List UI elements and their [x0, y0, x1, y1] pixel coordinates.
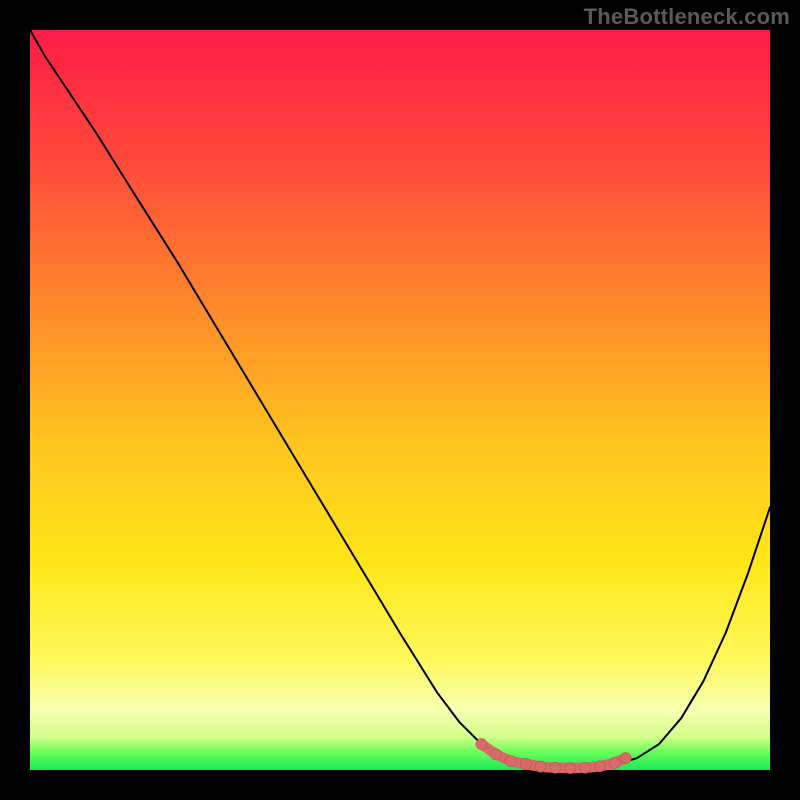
watermark-label: TheBottleneck.com: [584, 4, 790, 30]
optimum-marker-dot: [620, 753, 631, 764]
optimum-marker-dot: [476, 739, 487, 750]
optimum-marker-dot: [580, 762, 591, 773]
chart-stage: TheBottleneck.com: [0, 0, 800, 800]
optimum-marker-dot: [535, 761, 546, 772]
optimum-marker-dot: [609, 757, 620, 768]
optimum-marker-dot: [594, 761, 605, 772]
optimum-marker-dot: [565, 763, 576, 774]
optimum-marker-dot: [520, 759, 531, 770]
optimum-marker-dot: [491, 749, 502, 760]
plot-background: [30, 30, 770, 770]
optimum-marker-dot: [550, 762, 561, 773]
bottleneck-chart: [0, 0, 800, 800]
optimum-marker-dot: [506, 756, 517, 767]
